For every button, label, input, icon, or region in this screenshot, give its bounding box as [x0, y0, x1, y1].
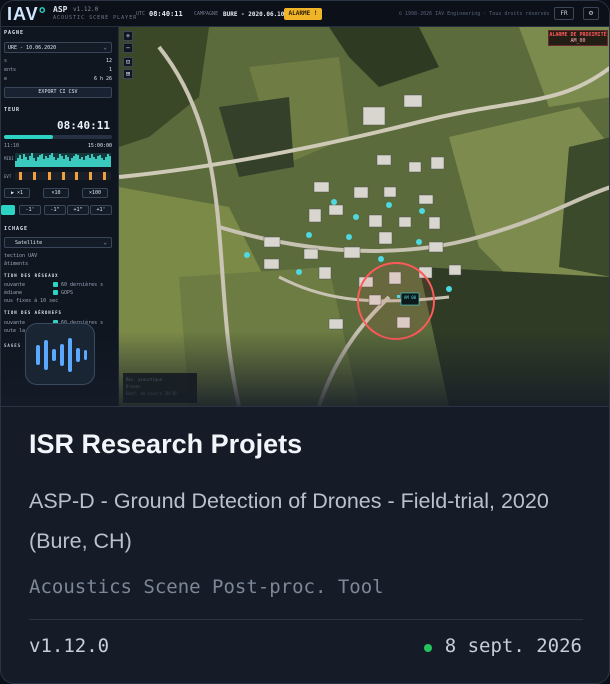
sensor-option-label: ous fixes à 10 sec	[4, 298, 59, 304]
iav-logo: IAV°	[7, 4, 47, 24]
alarm-panel-value: AM_00	[570, 38, 586, 44]
project-tagline: Acoustics Scene Post-proc. Tool	[29, 576, 384, 598]
footer-divider	[29, 619, 583, 620]
zoom-out-button[interactable]: −	[123, 43, 133, 53]
utc-label: UTC	[136, 11, 146, 17]
project-title[interactable]: ISR Research Projets	[29, 429, 302, 460]
step-forward-minute-button[interactable]: +1'	[90, 205, 112, 215]
time-end: 15:00:00	[87, 143, 112, 149]
export-csv-button[interactable]: EXPORT CI CSV	[4, 87, 112, 98]
event-marker	[89, 172, 92, 180]
speed-10x-button[interactable]: ×10	[43, 188, 69, 198]
step-button[interactable]	[1, 205, 15, 215]
basemap-select[interactable]: Satellite ⌄	[4, 237, 112, 248]
utc-value: 08:40:11	[149, 10, 183, 18]
aircraft-section-header: TION DES AÉRONEFS	[4, 310, 62, 315]
stat-label: e	[4, 76, 8, 82]
step-back-minute-button[interactable]: -1'	[19, 205, 41, 215]
event-marker	[48, 172, 51, 180]
track-label: MIDI	[4, 156, 14, 161]
app-topbar: IAV° ASP v1.12.0 ACOUSTIC SCENE PLAYER U…	[1, 1, 609, 27]
sensor-option: GOPS	[61, 290, 74, 296]
waveform-icon	[25, 323, 95, 385]
zoom-in-button[interactable]: +	[123, 31, 133, 41]
checkbox-checked[interactable]	[53, 290, 58, 295]
event-marker	[33, 172, 36, 180]
language-select[interactable]: FR	[554, 7, 574, 20]
stat-value: 6 h 26	[93, 76, 112, 82]
chevron-down-icon: ⌄	[103, 239, 107, 246]
event-track[interactable]	[15, 172, 111, 180]
release-date: 8 sept. 2026	[444, 635, 582, 657]
app-subtitle: ACOUSTIC SCENE PLAYER	[53, 15, 138, 21]
stat-label: s	[4, 58, 8, 64]
campaign-select[interactable]: URE - 10.06.2020 ⌄	[4, 42, 112, 53]
stat-value: 12	[105, 58, 112, 64]
chevron-down-icon: ⌄	[103, 44, 107, 51]
timeline-scrubber[interactable]	[4, 135, 112, 139]
project-subtitle: ASP-D - Ground Detection of Drones - Fie…	[29, 489, 549, 553]
sensor-option-label: édiane	[4, 290, 23, 296]
sensor-option: 60 dernières s	[61, 282, 104, 288]
sensors-section-header: TION DES RÉSEAUX	[4, 273, 59, 278]
step-back-second-button[interactable]: -1"	[44, 205, 66, 215]
campaign-value: BURE - 2020.06.10	[223, 11, 285, 18]
project-card[interactable]: IAV° ASP v1.12.0 ACOUSTIC SCENE PLAYER U…	[0, 0, 610, 684]
checkbox-checked[interactable]	[53, 282, 58, 287]
event-marker	[19, 172, 22, 180]
app-version: v1.12.0	[73, 6, 99, 13]
version-label: v1.12.0	[29, 635, 110, 657]
app-name: ASP	[53, 5, 68, 14]
display-section-header: ICHAGE	[4, 226, 29, 232]
time-start: 11:10	[4, 143, 20, 149]
layers-button[interactable]: ⊞	[123, 69, 133, 79]
waveform-bar	[109, 156, 111, 167]
campaign-select-value: URE - 10.06.2020	[8, 45, 57, 51]
basemap-select-value: Satellite	[15, 240, 43, 246]
status-dot-icon	[423, 644, 432, 652]
sensor-option-label: ouvante	[4, 282, 26, 288]
campaign-section-header: PAGNE	[4, 30, 25, 36]
track-label: EVT	[4, 174, 12, 179]
stat-label: ents	[4, 67, 17, 73]
event-marker	[75, 172, 78, 180]
alarm-badge[interactable]: ALARME !	[284, 8, 322, 20]
speed-1x-button[interactable]: ▶ ×1	[4, 188, 30, 198]
date-status: 8 sept. 2026	[423, 635, 582, 659]
fit-view-button[interactable]: ⊡	[123, 57, 133, 67]
waveform-track[interactable]	[15, 153, 111, 167]
event-marker	[103, 172, 106, 180]
player-clock: 08:40:11	[57, 119, 110, 132]
copyright-text: © 1998-2026 IAV Engineering · Tous droit…	[399, 11, 550, 17]
aircraft-option-label: ouvante	[4, 320, 26, 326]
preview-divider	[1, 406, 609, 407]
proximity-alarm-panel[interactable]: ALARME DE PROXIMITÉ AM_00	[548, 30, 608, 46]
stat-value: 1	[108, 67, 112, 73]
event-marker	[62, 172, 65, 180]
player-section-header: TEUR	[4, 107, 21, 113]
layer-toggle[interactable]: tection UAV	[4, 253, 37, 259]
step-forward-second-button[interactable]: +1"	[67, 205, 89, 215]
speed-100x-button[interactable]: ×100	[82, 188, 108, 198]
layer-toggle[interactable]: âtiments	[4, 261, 28, 267]
campaign-label: CAMPAGNE	[194, 11, 219, 17]
target-label: AM 00	[404, 295, 417, 300]
timeline-progress-fill	[4, 135, 53, 139]
gear-icon[interactable]: ⚙	[583, 7, 599, 20]
